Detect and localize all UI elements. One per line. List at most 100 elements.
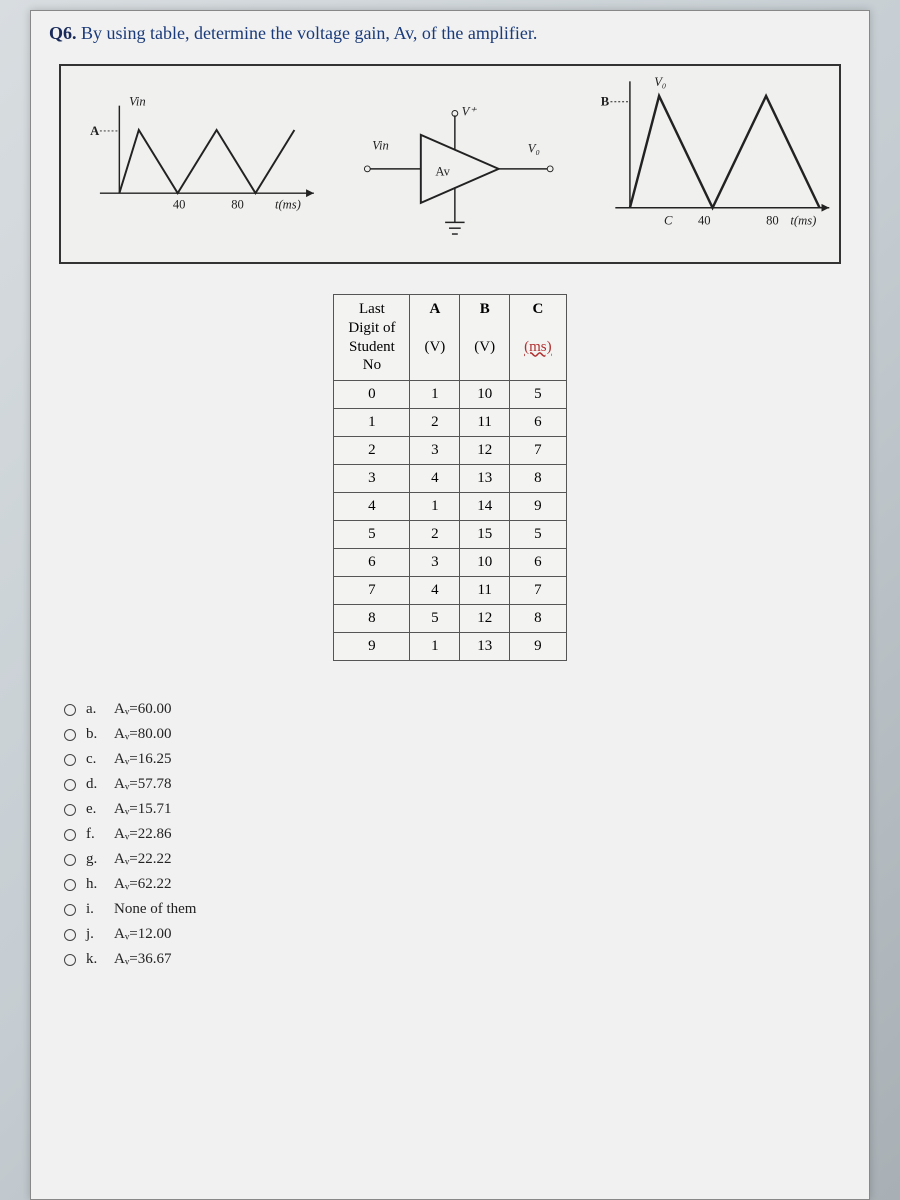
table-cell: 14 [460, 493, 510, 521]
option-text: Aᵥ=22.86 [114, 826, 171, 843]
table-row: 85128 [334, 605, 566, 633]
table-cell: 12 [460, 605, 510, 633]
hC: C [524, 300, 552, 319]
vo-label: V₀ [654, 75, 666, 89]
answer-option[interactable]: i.None of them [64, 901, 851, 918]
right-x-40: 40 [698, 213, 711, 227]
radio-icon[interactable] [64, 779, 76, 791]
hBu: (V) [474, 338, 495, 357]
h0l2: Digit of [348, 319, 395, 338]
table-cell: 13 [460, 633, 510, 661]
radio-icon[interactable] [64, 904, 76, 916]
table-cell: 2 [410, 409, 460, 437]
table-cell: 6 [334, 549, 410, 577]
table-row: 74117 [334, 577, 566, 605]
table-cell: 1 [334, 409, 410, 437]
radio-icon[interactable] [64, 829, 76, 841]
table-row: 52155 [334, 521, 566, 549]
hCu: (ms) [524, 338, 552, 357]
table-row: 01105 [334, 381, 566, 409]
answer-option[interactable]: e.Aᵥ=15.71 [64, 801, 851, 818]
answer-option[interactable]: f. Aᵥ=22.86 [64, 826, 851, 843]
table-cell: 0 [334, 381, 410, 409]
radio-icon[interactable] [64, 954, 76, 966]
radio-icon[interactable] [64, 879, 76, 891]
table-cell: 11 [460, 409, 510, 437]
radio-icon[interactable] [64, 929, 76, 941]
table-cell: 7 [510, 577, 567, 605]
table-cell: 4 [410, 465, 460, 493]
radio-icon[interactable] [64, 804, 76, 816]
option-text: Aᵥ=62.22 [114, 876, 171, 893]
question-title: Q6. By using table, determine the voltag… [49, 23, 851, 44]
vin-label: Vin [129, 95, 146, 109]
option-text: Aᵥ=57.78 [114, 776, 171, 793]
label-C: C [664, 213, 673, 227]
table-cell: 13 [460, 465, 510, 493]
table-cell: 2 [410, 521, 460, 549]
answer-option[interactable]: c.Aᵥ=16.25 [64, 751, 851, 768]
table-cell: 9 [334, 633, 410, 661]
table-cell: 5 [410, 605, 460, 633]
table-cell: 4 [410, 577, 460, 605]
table-cell: 9 [510, 493, 567, 521]
table-cell: 2 [334, 437, 410, 465]
table-row: 12116 [334, 409, 566, 437]
right-x-80: 80 [766, 213, 779, 227]
table-row: 41149 [334, 493, 566, 521]
option-text: Aᵥ=15.71 [114, 801, 171, 818]
table-cell: 1 [410, 493, 460, 521]
answer-option[interactable]: a. Aᵥ=60.00 [64, 701, 851, 718]
option-text: None of them [114, 901, 196, 918]
table-cell: 3 [410, 437, 460, 465]
col-header-digit: Last Digit of Student No [334, 295, 410, 381]
option-letter: a. [86, 701, 100, 718]
table-cell: 6 [510, 549, 567, 577]
col-header-B: B (V) [460, 295, 510, 381]
option-letter: f. [86, 826, 100, 843]
table-cell: 1 [410, 633, 460, 661]
option-letter: k. [86, 951, 100, 968]
answer-option[interactable]: d. Aᵥ=57.78 [64, 776, 851, 793]
radio-icon[interactable] [64, 854, 76, 866]
option-letter: d. [86, 776, 100, 793]
answer-option[interactable]: h. Aᵥ=62.22 [64, 876, 851, 893]
option-text: Aᵥ=60.00 [114, 701, 171, 718]
answer-options: a. Aᵥ=60.00 b.Aᵥ=80.00 c.Aᵥ=16.25 d. Aᵥ=57.78… [64, 701, 851, 968]
question-page: Q6. By using table, determine the voltag… [30, 10, 870, 1200]
amp-av-label: Av [435, 165, 450, 179]
table-row: 23127 [334, 437, 566, 465]
parameter-table: Last Digit of Student No A (V) [333, 294, 566, 661]
table-cell: 9 [510, 633, 567, 661]
answer-option[interactable]: b.Aᵥ=80.00 [64, 726, 851, 743]
output-waveform: V₀ B C 40 80 t(ms) [601, 75, 830, 227]
answer-option[interactable]: k.Aᵥ=36.67 [64, 951, 851, 968]
answer-option[interactable]: g.Aᵥ=22.22 [64, 851, 851, 868]
table-cell: 8 [510, 465, 567, 493]
hB: B [474, 300, 495, 319]
table-cell: 10 [460, 549, 510, 577]
table-cell: 5 [334, 521, 410, 549]
option-letter: h. [86, 876, 100, 893]
table-cell: 15 [460, 521, 510, 549]
option-text: Aᵥ=80.00 [114, 726, 171, 743]
table-cell: 7 [334, 577, 410, 605]
radio-icon[interactable] [64, 729, 76, 741]
table-cell: 7 [510, 437, 567, 465]
option-text: Aᵥ=16.25 [114, 751, 171, 768]
radio-icon[interactable] [64, 704, 76, 716]
table-cell: 5 [510, 521, 567, 549]
question-text: By using table, determine the voltage ga… [81, 23, 537, 43]
table-cell: 6 [510, 409, 567, 437]
label-A: A [90, 124, 100, 138]
answer-option[interactable]: j.Aᵥ=12.00 [64, 926, 851, 943]
h0l1: Last [348, 300, 395, 319]
radio-icon[interactable] [64, 754, 76, 766]
amp-vplus-label: V⁺ [462, 104, 478, 118]
question-prefix: Q6. [49, 23, 77, 43]
hAu: (V) [424, 338, 445, 357]
label-B: B [601, 95, 610, 109]
amplifier-block: Vin Av V⁺ V₀ [364, 104, 553, 234]
table-cell: 3 [410, 549, 460, 577]
amp-vin-label: Vin [372, 138, 389, 152]
